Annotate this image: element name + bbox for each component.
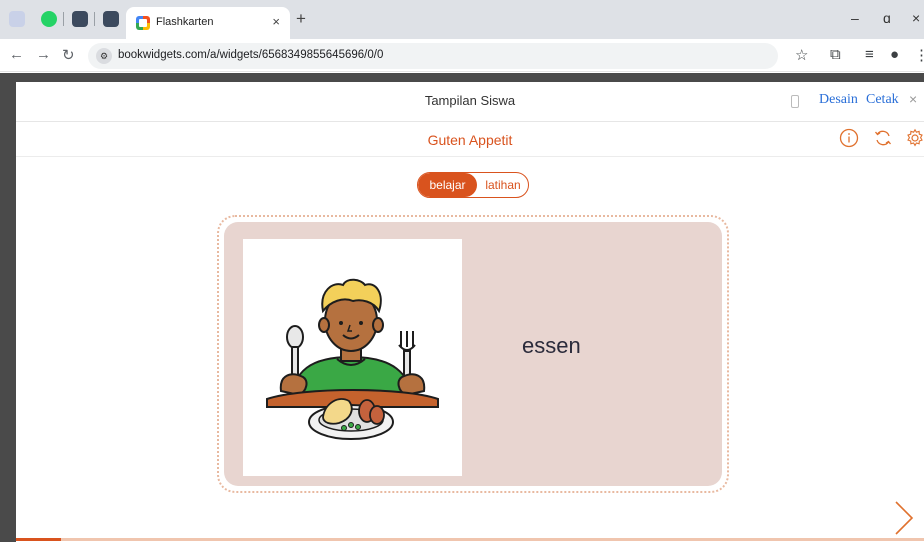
modal-header: Tampilan Siswa Desain Cetak × (16, 82, 924, 122)
restore-button[interactable]: ɑ (883, 10, 891, 26)
url-text[interactable]: bookwidgets.com/a/widgets/65683498556456… (118, 49, 383, 61)
pinned-tab-icon[interactable] (103, 11, 119, 27)
pinned-tab-icon[interactable] (72, 11, 88, 27)
tab-close-button[interactable]: × (272, 14, 280, 29)
widget-title: Guten Appetit (427, 132, 513, 148)
extensions-icon[interactable]: ⧉ (830, 46, 841, 63)
tab-separator (94, 12, 95, 26)
tab-search-icon[interactable] (9, 11, 25, 27)
settings-gear-icon[interactable] (905, 128, 924, 148)
mode-latihan-button[interactable]: latihan (477, 173, 528, 197)
widget-header: Guten Appetit (16, 123, 924, 157)
close-window-button[interactable]: × (912, 10, 920, 26)
progress-fill (16, 538, 61, 541)
minimize-button[interactable]: – (851, 10, 859, 26)
desain-link[interactable]: Desain (819, 92, 858, 108)
bookmark-star-icon[interactable]: ☆ (795, 46, 808, 64)
preview-modal: Tampilan Siswa Desain Cetak × Guten Appe… (16, 82, 924, 542)
flashcard-word: essen (522, 333, 581, 358)
tab-separator (63, 12, 64, 26)
menu-kebab-icon[interactable]: ⋮ (914, 46, 924, 64)
phone-preview-icon[interactable] (791, 95, 799, 108)
back-arrow-icon[interactable]: ← (9, 46, 24, 63)
tab-title: Flashkarten (156, 16, 214, 28)
modal-close-button[interactable]: × (909, 91, 917, 107)
progress-track (16, 538, 924, 541)
info-icon[interactable] (839, 128, 859, 148)
address-toolbar: ← → ↻ ⚙ bookwidgets.com/a/widgets/656834… (0, 39, 924, 72)
next-card-chevron-icon[interactable] (892, 500, 916, 536)
reload-icon[interactable]: ↻ (62, 46, 75, 64)
active-tab[interactable]: Flashkarten × (126, 7, 290, 39)
cetak-link[interactable]: Cetak (866, 92, 899, 108)
omnibox[interactable]: ⚙ bookwidgets.com/a/widgets/656834985564… (88, 43, 778, 69)
refresh-icon[interactable] (873, 128, 893, 148)
site-info-icon[interactable]: ⚙ (96, 48, 112, 64)
mode-toggle: belajar latihan (417, 172, 529, 198)
reading-list-icon[interactable]: ≡ (865, 46, 874, 63)
profile-avatar-icon[interactable]: ● (890, 46, 899, 63)
new-tab-button[interactable]: + (296, 9, 306, 29)
boy-eating-illustration-icon (266, 278, 439, 440)
mode-belajar-button[interactable]: belajar (418, 173, 477, 197)
forward-arrow-icon[interactable]: → (36, 46, 51, 63)
whatsapp-icon[interactable] (41, 11, 57, 27)
bookwidgets-favicon-icon (136, 16, 150, 30)
modal-title: Tampilan Siswa (424, 93, 516, 108)
flashcard-image (243, 239, 462, 476)
browser-tab-bar: Flashkarten × + – ɑ × (0, 0, 924, 39)
